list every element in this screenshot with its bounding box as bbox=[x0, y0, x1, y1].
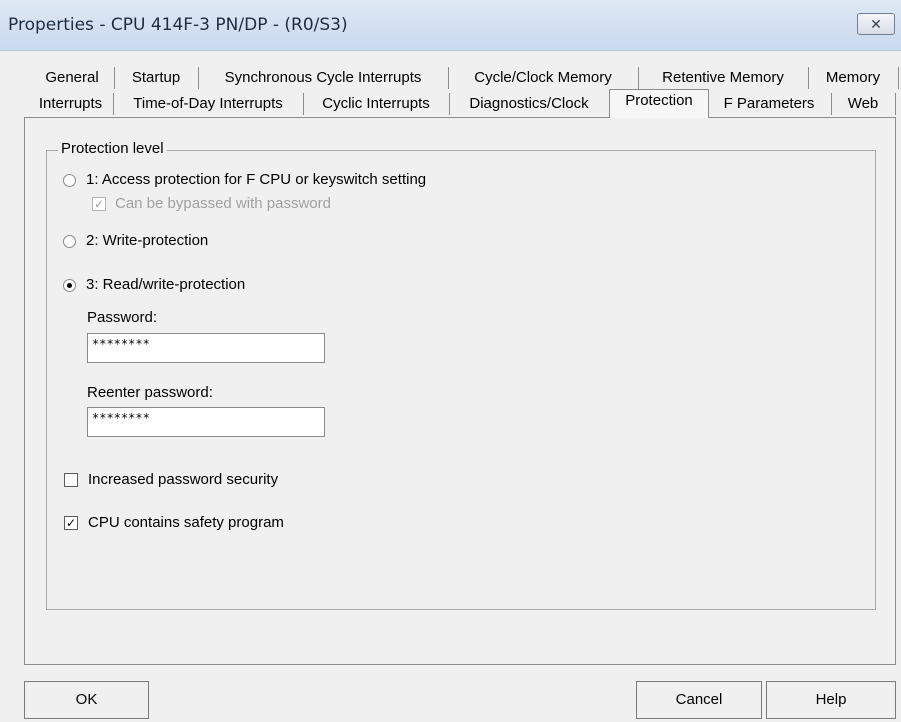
tab-synchronous-cycle-interrupts[interactable]: Synchronous Cycle Interrupts bbox=[198, 67, 449, 89]
reenter-password-label: Reenter password: bbox=[87, 384, 213, 401]
password-field[interactable]: ******** bbox=[87, 333, 325, 363]
cancel-button[interactable]: Cancel bbox=[636, 681, 762, 719]
tab-diagnostics-clock[interactable]: Diagnostics/Clock bbox=[449, 93, 610, 115]
checkbox-safety-program[interactable]: ✓ bbox=[64, 516, 78, 530]
label-safety-program: CPU contains safety program bbox=[88, 514, 284, 531]
radio-access-protection[interactable] bbox=[63, 174, 76, 187]
checkbox-bypass-password: ✓ bbox=[92, 197, 106, 211]
label-read-write-protection: 3: Read/write-protection bbox=[86, 276, 246, 293]
label-write-protection: 2: Write-protection bbox=[86, 232, 209, 249]
password-label: Password: bbox=[87, 309, 158, 326]
tab-interrupts[interactable]: Interrupts bbox=[28, 93, 114, 115]
tab-time-of-day-interrupts[interactable]: Time-of-Day Interrupts bbox=[113, 93, 304, 115]
radio-write-protection[interactable] bbox=[63, 235, 76, 248]
title-bar: Properties - CPU 414F-3 PN/DP - (R0/S3) … bbox=[0, 0, 901, 51]
tab-cycle-clock-memory[interactable]: Cycle/Clock Memory bbox=[448, 67, 639, 89]
tab-startup[interactable]: Startup bbox=[114, 67, 199, 89]
ok-button[interactable]: OK bbox=[24, 681, 149, 719]
checkbox-increased-password-security[interactable] bbox=[64, 473, 78, 487]
label-bypass-password: Can be bypassed with password bbox=[115, 195, 331, 212]
tab-memory[interactable]: Memory bbox=[808, 67, 899, 89]
protection-level-group bbox=[46, 150, 876, 610]
label-increased-password-security: Increased password security bbox=[88, 471, 279, 488]
tab-retentive-memory[interactable]: Retentive Memory bbox=[638, 67, 809, 89]
close-button[interactable]: ✕ bbox=[857, 13, 895, 35]
tab-f-parameters[interactable]: F Parameters bbox=[707, 93, 832, 115]
window-title: Properties - CPU 414F-3 PN/DP - (R0/S3) bbox=[8, 15, 348, 35]
radio-read-write-protection[interactable] bbox=[63, 279, 76, 292]
tab-general[interactable]: General bbox=[30, 67, 115, 89]
protection-level-label: Protection level bbox=[58, 140, 167, 157]
reenter-password-field[interactable]: ******** bbox=[87, 407, 325, 437]
tab-cyclic-interrupts[interactable]: Cyclic Interrupts bbox=[303, 93, 450, 115]
close-icon: ✕ bbox=[870, 15, 882, 32]
tab-protection[interactable]: Protection bbox=[609, 89, 709, 118]
help-button[interactable]: Help bbox=[766, 681, 896, 719]
tab-web[interactable]: Web bbox=[831, 93, 896, 115]
label-access-protection: 1: Access protection for F CPU or keyswi… bbox=[86, 171, 427, 188]
